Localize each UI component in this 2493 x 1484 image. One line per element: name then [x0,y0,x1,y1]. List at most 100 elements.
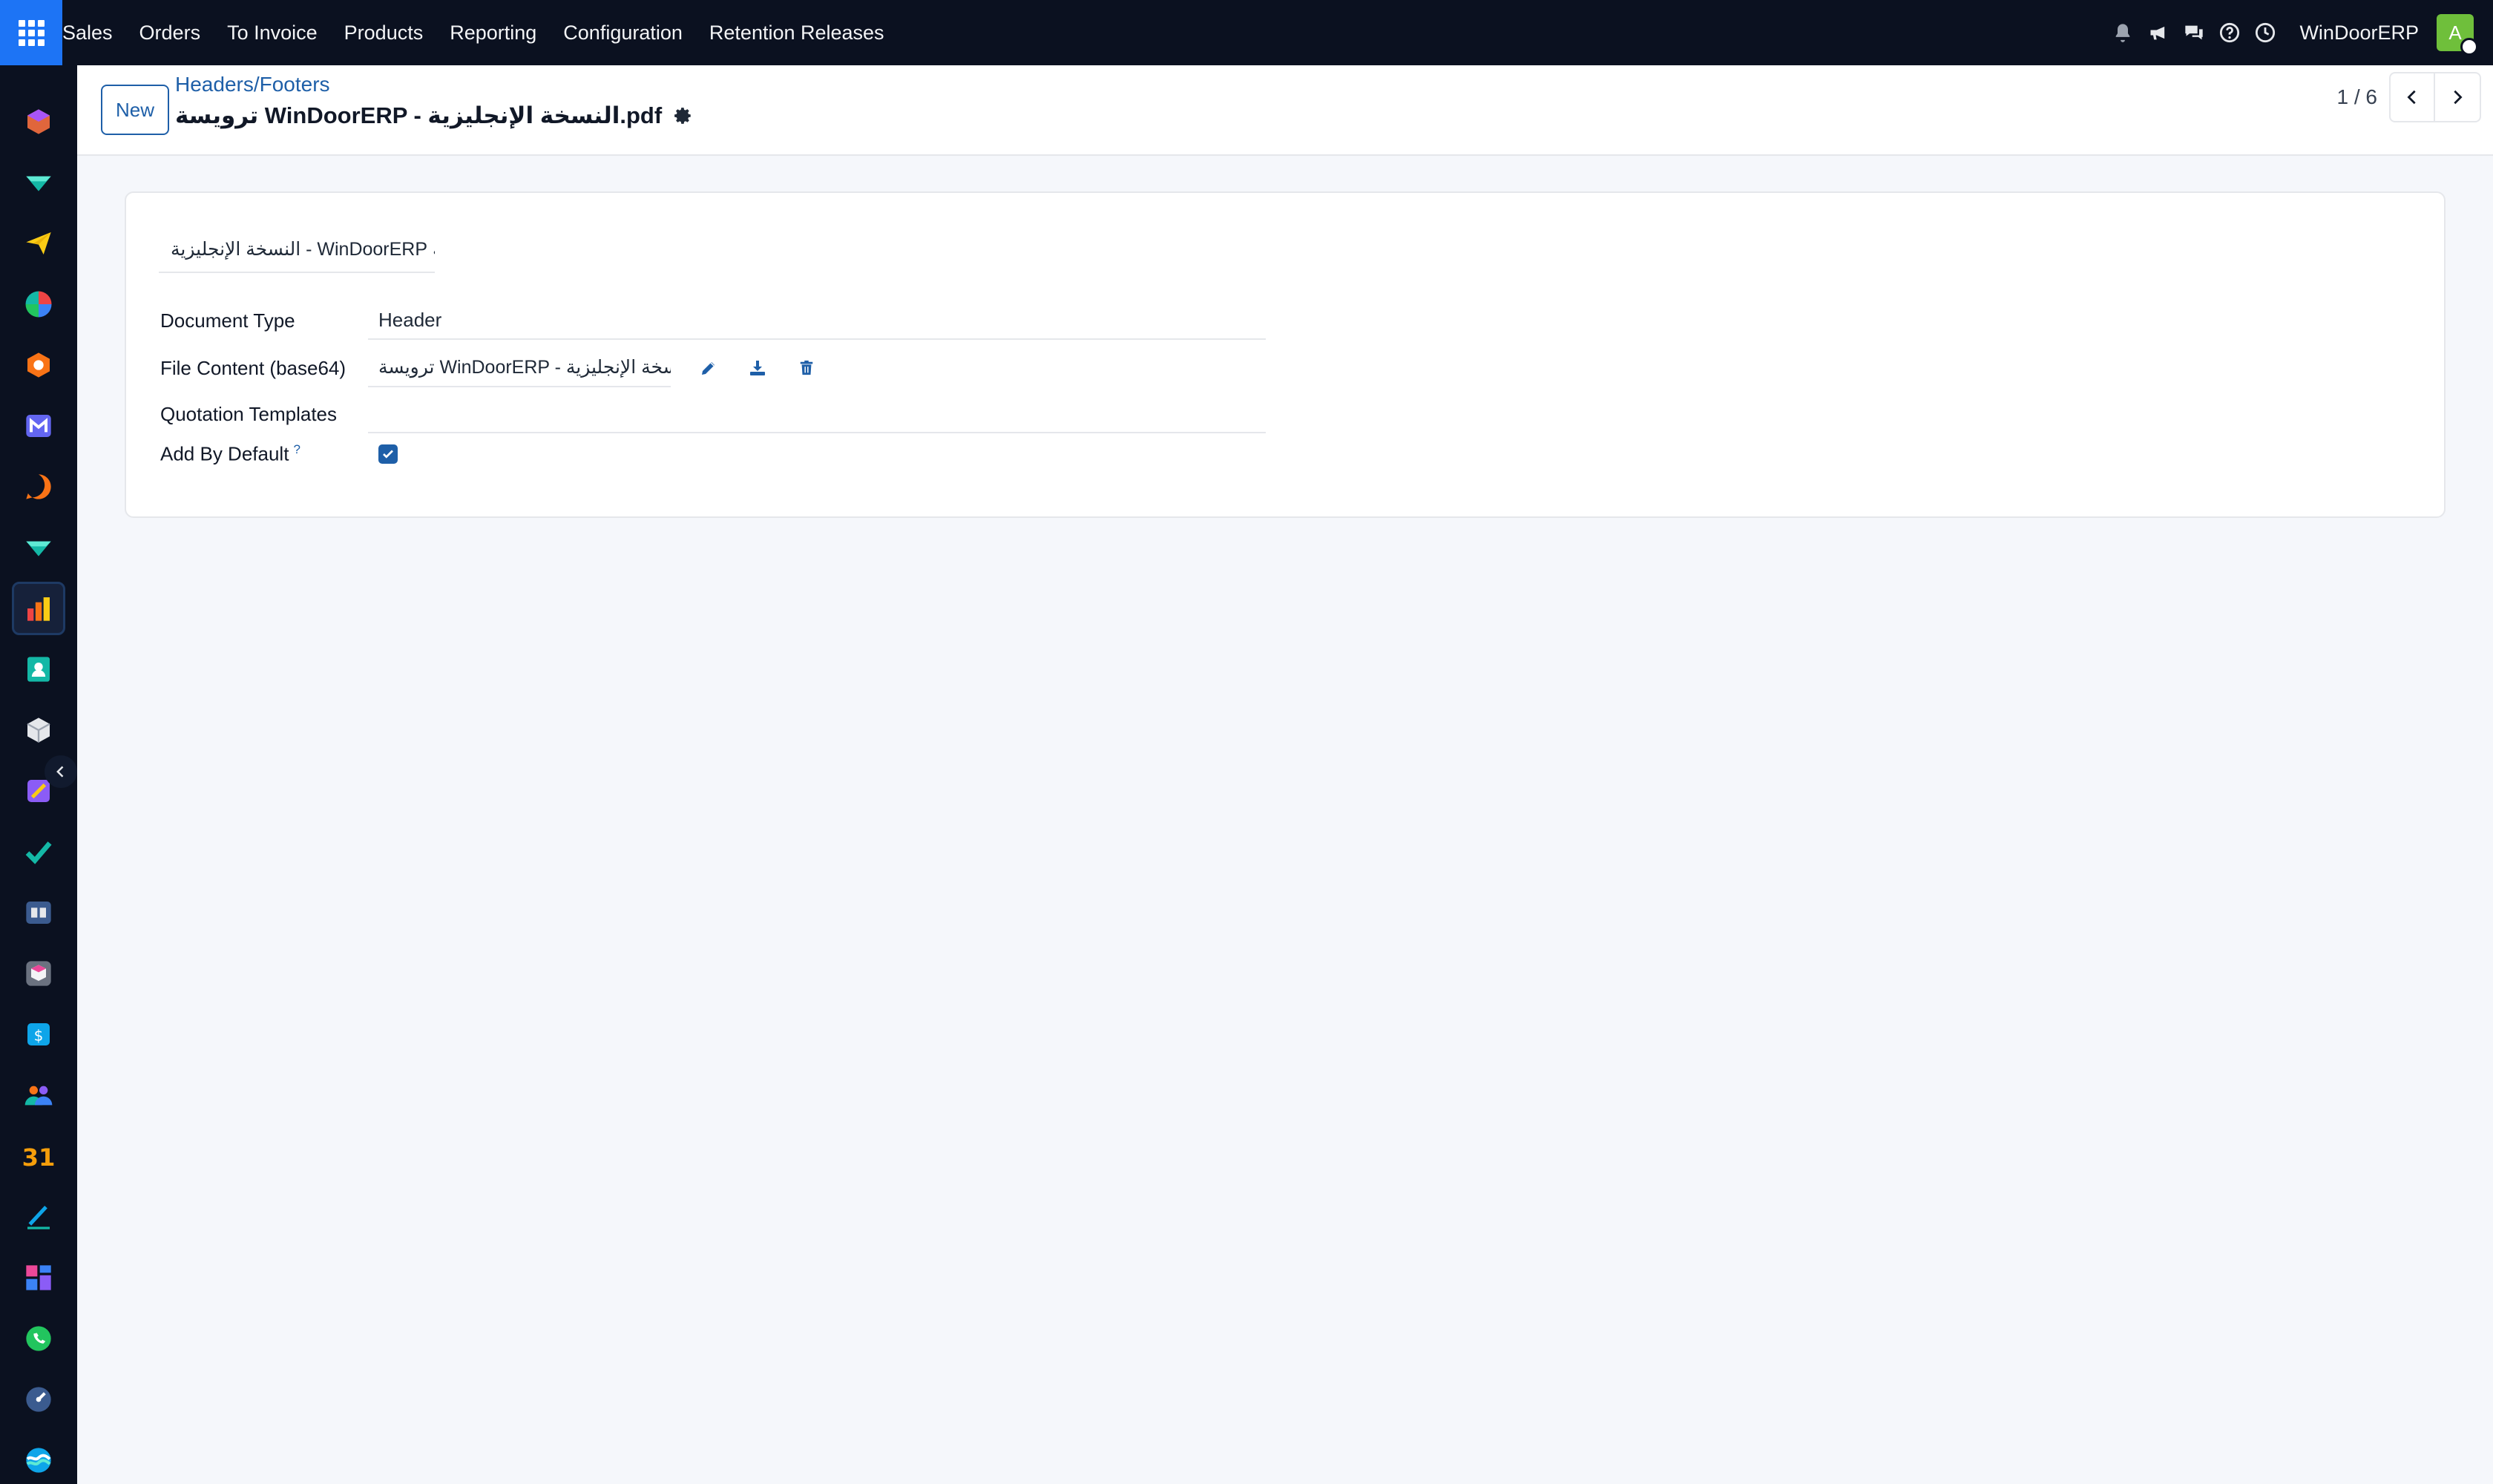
document-type-row: Document Type Header [160,301,1266,340]
app-menu-button[interactable] [0,0,62,65]
file-actions [684,349,831,387]
avatar[interactable]: A [2437,14,2478,56]
checkmark-icon [383,450,393,459]
contacts-icon [27,657,50,682]
file-content-label: File Content (base64) [160,356,346,379]
top-menu: Sales Orders To Invoice Products Reporti… [62,0,898,65]
add-by-default-label: Add By Default? [160,442,368,466]
sidebar-app-10[interactable] [12,643,65,696]
box-icon [27,718,50,743]
chat-icon[interactable] [2176,0,2212,65]
gear-icon[interactable] [674,106,693,125]
sidebar-app-calendar[interactable]: 31 [12,1129,65,1183]
sidebar-app-13[interactable] [12,825,65,879]
download-file-button[interactable] [733,349,782,387]
pencil-icon [702,362,715,375]
menu-item-configuration[interactable]: Configuration [550,0,696,65]
company-name[interactable]: WinDoorERP [2299,22,2419,45]
megaphone-icon[interactable] [2141,0,2176,65]
sidebar-app-8[interactable] [12,521,65,574]
sidebar-app-2[interactable] [12,156,65,209]
edit-file-button[interactable] [684,349,733,387]
cube-icon [27,109,50,134]
pie-icon [25,291,52,318]
sidebar-app-7[interactable] [12,460,65,513]
sidebar-app-19[interactable] [12,1190,65,1244]
sidebar-app-23[interactable] [12,1434,65,1484]
sidebar-app-22[interactable] [12,1373,65,1426]
app-sidebar: $ 31 [0,65,77,1484]
sidebar-app-6[interactable] [12,399,65,453]
chevron-right-icon [2454,90,2463,105]
quotation-templates-row: Quotation Templates [160,395,1266,433]
checkmark-icon [25,841,52,864]
menu-item-to-invoice[interactable]: To Invoice [214,0,331,65]
sidebar-app-1[interactable] [12,95,65,148]
record-name: ترويسة WinDoorERP - النسخة الإنجليزية.pd… [175,102,663,128]
menu-item-retention-releases[interactable]: Retention Releases [696,0,898,65]
help-icon[interactable] [2212,0,2247,65]
bell-icon[interactable] [2105,0,2141,65]
clock-icon[interactable] [2247,0,2283,65]
file-content-row: File Content (base64) ترويسة WinDoorERP … [160,349,831,387]
top-navbar: Sales Orders To Invoice Products Reporti… [0,0,2493,65]
svg-text:$: $ [34,1026,44,1044]
systray: WinDoorERP A [2105,0,2493,65]
pager-value[interactable]: 1 / 6 [2337,85,2377,109]
pager: 1 / 6 [2337,71,2481,123]
delete-file-button[interactable] [782,349,831,387]
chevron-left-icon [2407,90,2416,105]
sidebar-app-16[interactable]: $ [12,1008,65,1061]
sidebar-app-14[interactable] [12,886,65,939]
name-input[interactable]: ترويسة WinDoorERP - النسخة الإنجليزية [159,227,435,273]
calendar-icon: 31 [22,1143,55,1171]
add-by-default-checkbox[interactable] [378,444,398,464]
file-content-filename[interactable]: ترويسة WinDoorERP - النسخة الإنجليزية [368,349,671,387]
control-panel: New Headers/Footers ترويسة WinDoorERP - … [77,65,2493,156]
sidebar-app-3[interactable] [12,217,65,270]
sidebar-app-4[interactable] [12,278,65,331]
quotation-templates-label: Quotation Templates [160,402,337,425]
sidebar-app-17[interactable] [12,1068,65,1122]
help-tooltip-icon[interactable]: ? [293,442,300,456]
add-by-default-row: Add By Default? [160,442,398,466]
package-icon [26,961,51,986]
menu-item-products[interactable]: Products [331,0,437,65]
wave-icon [26,1448,51,1473]
sidebar-app-5[interactable] [12,338,65,392]
menu-item-sales[interactable]: Sales [62,0,126,65]
mail-icon [26,415,51,437]
sidebar-app-20[interactable] [12,1251,65,1304]
sidebar-collapse-button[interactable] [45,755,77,788]
download-icon [750,361,765,375]
whatsapp-icon [26,1326,51,1351]
book-icon [26,902,51,924]
paper-plane-icon [26,232,51,255]
svg-text:31: 31 [22,1143,55,1171]
add-by-default-label-text: Add By Default [160,442,289,465]
avatar-initial: A [2448,21,2462,44]
pager-previous-button[interactable] [2389,72,2435,122]
sign-icon [27,1205,50,1229]
grid-icon [18,19,45,46]
document-type-label: Document Type [160,309,295,332]
menu-item-reporting[interactable]: Reporting [436,0,550,65]
page-title: ترويسة WinDoorERP - النسخة الإنجليزية.pd… [175,102,693,129]
quotation-templates-input[interactable] [368,395,1266,433]
team-icon [24,1086,53,1106]
dashboard-icon [26,1265,51,1290]
pager-next-button[interactable] [2435,72,2481,122]
document-type-select[interactable]: Header [368,301,1266,340]
presence-indicator [2460,38,2478,56]
new-button[interactable]: New [101,85,169,135]
sidebar-app-11[interactable] [12,703,65,757]
breadcrumb[interactable]: Headers/Footers [175,73,330,96]
sidebar-app-15[interactable] [12,947,65,1000]
invoice-icon: $ [27,1023,50,1045]
form-sheet: ترويسة WinDoorERP - النسخة الإنجليزية Do… [125,191,2446,518]
sidebar-app-sales[interactable] [12,582,65,635]
file-content-value: ترويسة WinDoorERP - النسخة الإنجليزية [378,357,671,378]
ribbon-icon [26,541,51,556]
menu-item-orders[interactable]: Orders [126,0,214,65]
sidebar-app-whatsapp[interactable] [12,1312,65,1365]
